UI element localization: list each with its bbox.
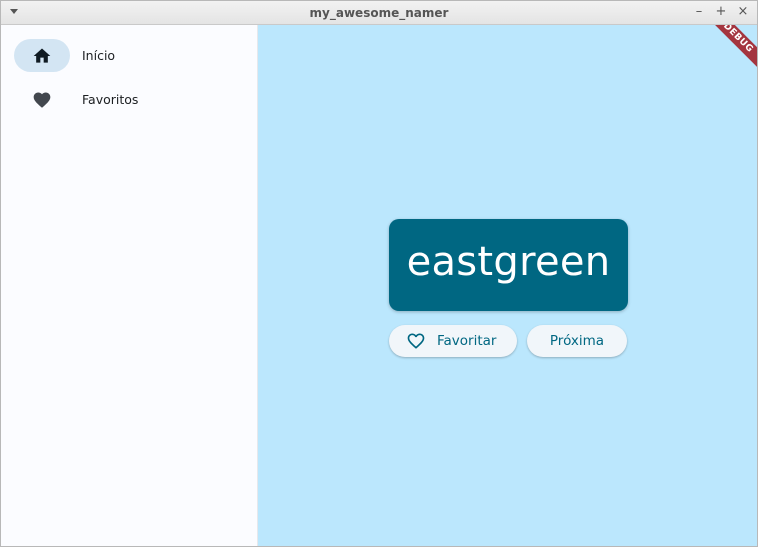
next-button[interactable]: Próxima xyxy=(527,325,627,357)
nav-item-label: Favoritos xyxy=(82,92,139,107)
window-title: my_awesome_namer xyxy=(309,6,449,20)
next-button-label: Próxima xyxy=(549,333,605,349)
close-button[interactable]: × xyxy=(735,4,751,20)
nav-item-favorites[interactable]: Favoritos xyxy=(1,83,258,117)
app-window: my_awesome_namer – + × Início Favoritos … xyxy=(0,0,758,547)
nav-item-label: Início xyxy=(82,48,116,63)
title-bar[interactable]: my_awesome_namer – + × xyxy=(1,1,757,25)
favorite-button-label: Favoritar xyxy=(437,333,497,349)
word-pair-text: eastgreen xyxy=(406,239,611,285)
heart-icon xyxy=(33,92,51,108)
debug-banner: DEBUG xyxy=(701,25,757,75)
maximize-button[interactable]: + xyxy=(713,4,729,20)
heart-outline-icon xyxy=(407,333,425,349)
navigation-rail: Início Favoritos xyxy=(1,25,258,546)
home-icon xyxy=(33,48,51,63)
favorite-button[interactable]: Favoritar xyxy=(389,325,517,357)
minimize-button[interactable]: – xyxy=(691,4,707,20)
word-pair-card: eastgreen xyxy=(389,219,628,311)
nav-item-home[interactable]: Início xyxy=(1,39,258,73)
main-content: DEBUG eastgreen Favoritar Próxima xyxy=(258,25,757,546)
